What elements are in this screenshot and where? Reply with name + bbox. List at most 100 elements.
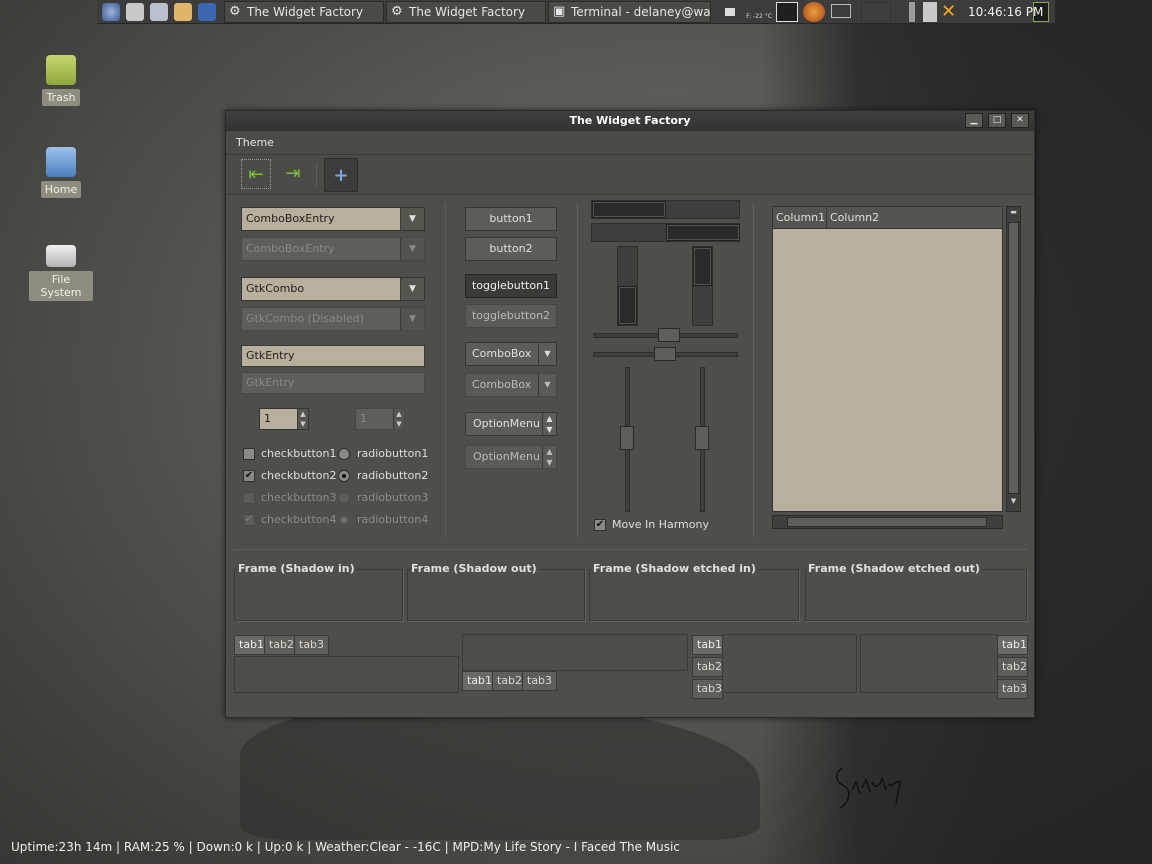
workspace-2[interactable] [831,4,851,18]
menubar: Theme [226,131,1034,155]
column2-header[interactable]: Column2 [827,207,907,228]
chevron-down-icon[interactable]: ▼ [538,343,556,365]
tree-hscrollbar[interactable] [772,515,1003,529]
checkbutton3-label: checkbutton3 [261,491,337,504]
forward-arrow-icon[interactable]: ⇥ [278,159,308,189]
hscroll-thumb[interactable] [787,517,987,527]
notebook-bottom-tab3[interactable]: tab3 [522,671,558,691]
menu-theme[interactable]: Theme [236,136,274,149]
firefox-tray-icon[interactable] [803,2,825,22]
button1[interactable]: button1 [465,207,557,231]
desktop-icon-filesystem[interactable]: File System [29,239,93,301]
tray-mail-icon[interactable] [725,8,735,16]
optionmenu-disabled: OptionMenu ▲ ▼ [465,445,557,469]
task-widget-factory-1[interactable]: ⚙ The Widget Factory [224,1,384,23]
hscale-2-knob[interactable] [654,347,676,361]
button2[interactable]: button2 [465,237,557,261]
gtkentry[interactable]: GtkEntry [241,345,425,367]
chevron-down-icon[interactable]: ▼ [400,208,424,230]
checkbutton1-label: checkbutton1 [261,447,337,460]
desktop-icon-home[interactable]: Home [29,147,93,198]
notebook-right-tab3[interactable]: tab3 [997,679,1028,699]
hscale-1-knob[interactable] [658,328,680,342]
vscale-1-knob[interactable] [620,426,634,450]
battery-icon [909,2,915,22]
move-in-harmony-checkbox[interactable]: ✔ [594,519,606,531]
radiobutton1[interactable] [338,448,350,460]
progressbar-vertical-1 [617,246,638,326]
frame-shadow-in-title: Frame (Shadow in) [237,562,356,575]
workspace-1[interactable] [776,2,798,22]
crossover-icon[interactable]: ✕ [941,2,961,22]
back-arrow-icon[interactable]: ⇤ [241,159,271,189]
trash-icon [46,55,76,85]
combobox[interactable]: ComboBox ▼ [465,342,557,366]
checkbutton2[interactable]: ✔ [243,470,255,482]
conky-statusbar: Uptime:23h 14m | RAM:25 % | Down:0 k | U… [11,840,680,854]
mail-launcher-icon[interactable] [126,3,144,21]
notebook-bottom-page [462,634,688,671]
radiobutton4-label: radiobutton4 [357,513,429,526]
tree-vscrollbar[interactable]: ▬ ▼ [1006,206,1021,512]
treeview[interactable]: Column1 Column2 [772,206,1003,512]
gear-icon: ⚙ [391,4,403,19]
maximize-button[interactable]: □ [988,113,1006,128]
network-launcher-icon[interactable] [150,3,168,21]
radiobutton2-label: radiobutton2 [357,469,429,482]
radiobutton3 [338,492,350,504]
task-terminal[interactable]: ▣Terminal - delaney@warr... [548,1,711,23]
togglebutton1[interactable]: togglebutton1 [465,274,557,298]
frame-shadow-etched-out [805,569,1027,621]
checkbutton3 [243,492,255,504]
frame-shadow-etched-in [589,569,799,621]
gtkcombo[interactable]: GtkCombo ▼ [241,277,425,301]
scroll-down-icon[interactable]: ▼ [1008,497,1019,509]
wallpaper-arm [240,700,760,840]
minimize-button[interactable]: ▁ [965,113,983,128]
scroll-thumb[interactable] [1008,222,1019,494]
progressbar-horizontal-1 [591,200,740,219]
checkbutton4-label: checkbutton4 [261,513,337,526]
optionmenu[interactable]: OptionMenu ▲ ▼ [465,412,557,436]
frame-shadow-etched-in-title: Frame (Shadow etched in) [592,562,757,575]
chevron-down-icon[interactable]: ▼ [400,278,424,300]
radiobutton4 [338,514,350,526]
chevron-down-icon: ▼ [400,308,424,330]
spinbutton-disabled: 1 ▲ ▼ [355,408,405,430]
tray-cpu-icon [923,2,937,22]
app-launcher-icon[interactable] [174,3,192,21]
task-widget-factory-2[interactable]: ⚙ The Widget Factory [386,1,546,23]
radiobutton2[interactable] [338,470,350,482]
desktop-icon-trash[interactable]: Trash [29,55,93,106]
radiobutton1-label: radiobutton1 [357,447,429,460]
close-button[interactable]: ✕ [1011,113,1029,128]
notebook-right-tab2[interactable]: tab2 [997,657,1028,677]
spin-arrows-icon[interactable]: ▲ ▼ [297,409,308,429]
column1-header[interactable]: Column1 [773,207,827,228]
notebook-left-tab2[interactable]: tab2 [692,657,723,677]
notebook-top-tab3[interactable]: tab3 [294,635,330,655]
pidgin-launcher-icon[interactable] [198,3,216,21]
browser-launcher-icon[interactable] [102,3,120,21]
vscale-2-knob[interactable] [695,426,709,450]
workspace-3[interactable] [861,2,891,22]
toolbar: ⇤ ⇥ + [226,155,1034,195]
updown-arrow-icon[interactable]: ▲ ▼ [542,413,556,435]
window-titlebar[interactable]: The Widget Factory ▁ □ ✕ [226,111,1034,131]
frame-shadow-etched-out-title: Frame (Shadow etched out) [807,562,981,575]
radiobutton3-label: radiobutton3 [357,491,429,504]
progress-fill [592,201,666,218]
togglebutton2: togglebutton2 [465,304,557,328]
progress-fill [618,286,637,325]
panel-clock[interactable]: 10:46:16 PM [968,0,1043,24]
terminal-icon: ▣ [553,4,566,19]
comboboxentry[interactable]: ComboBoxEntry ▼ [241,207,425,231]
notebook-left-tab3[interactable]: tab3 [692,679,723,699]
add-icon[interactable]: + [324,158,358,192]
checkbutton1[interactable] [243,448,255,460]
notebook-right-tab1[interactable]: tab1 [997,635,1028,655]
spinbutton[interactable]: 1 ▲ ▼ [259,408,309,430]
notebook-left-tab1[interactable]: tab1 [692,635,723,655]
scroll-up-icon[interactable]: ▬ [1008,208,1019,220]
column-separator [577,203,578,537]
